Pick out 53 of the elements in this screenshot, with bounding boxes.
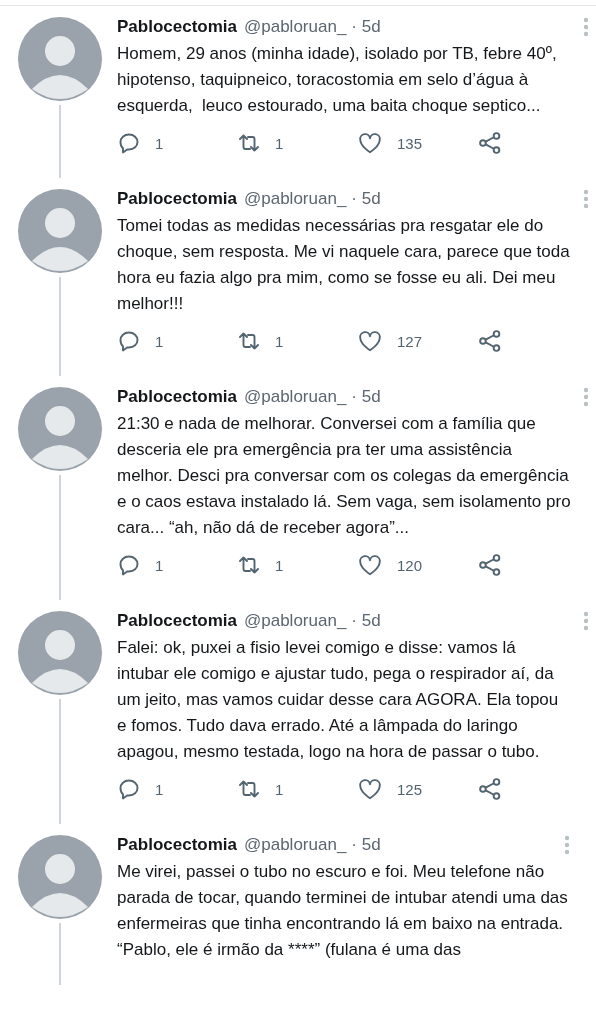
retweet-count: 1 [275, 556, 284, 574]
retweet-icon[interactable] [237, 131, 261, 155]
like-icon[interactable] [357, 552, 383, 578]
reply-count: 1 [155, 134, 164, 152]
author-handle[interactable]: @pabloruan_ [244, 611, 347, 631]
reply-icon[interactable] [117, 777, 141, 801]
author-name[interactable]: Pablocectomia [117, 387, 237, 407]
retweet-count: 1 [275, 332, 284, 350]
author-name[interactable]: Pablocectomia [117, 17, 237, 37]
tweet-time[interactable]: · 5d [351, 835, 381, 855]
reply-count: 1 [155, 556, 164, 574]
like-icon[interactable] [357, 776, 383, 802]
author-handle[interactable]: @pabloruan_ [244, 189, 347, 209]
author-name[interactable]: Pablocectomia [117, 835, 237, 855]
tweet-time[interactable]: · 5d [351, 189, 381, 209]
share-icon[interactable] [477, 328, 503, 354]
reply-icon[interactable] [117, 131, 141, 155]
like-icon[interactable] [357, 328, 383, 354]
tweet-text: Tomei todas as medidas necessárias pra resgatar ele do choque, sem resposta. Me vi naquele cara, parece que toda hora eu fazia algo pra mim, como se fosse eu ali. Dei meu melhor!!! [117, 215, 571, 315]
like-count: 120 [397, 556, 423, 574]
like-icon[interactable] [357, 130, 383, 156]
retweet-icon[interactable] [237, 553, 261, 577]
reply-count: 1 [155, 332, 164, 350]
author-handle[interactable]: @pabloruan_ [244, 835, 347, 855]
avatar-icon[interactable] [18, 189, 102, 273]
share-icon[interactable] [477, 130, 503, 156]
author-handle[interactable]: @pabloruan_ [244, 17, 347, 37]
tweet-time[interactable]: · 5d [351, 387, 381, 407]
tweet-time[interactable]: · 5d [351, 17, 381, 37]
avatar-icon[interactable] [18, 17, 102, 101]
author-name[interactable]: Pablocectomia [117, 189, 237, 209]
like-count: 125 [397, 780, 423, 798]
tweet-text: 21:30 e nada de melhorar. Conversei com a família que desceria ele pra emergência pra ter uma assistência melhor. Desci pra conversar com os colegas da emergência e o caos estava instalado lá. Sem vaga, sem isolamento pro cara... “ah, não dá de receber agora”... [117, 413, 572, 539]
retweet-icon[interactable] [237, 329, 261, 353]
tweet-text: Homem, 29 anos (minha idade), isolado por TB, febre 40º, hipotenso, taquipneico, toracostomia em selo d’água à esquerda, leuco estourado, uma baita choque septico... [117, 43, 558, 117]
retweet-icon[interactable] [237, 777, 261, 801]
reply-icon[interactable] [117, 553, 141, 577]
reply-count: 1 [155, 780, 164, 798]
share-icon[interactable] [477, 552, 503, 578]
like-count: 127 [397, 332, 423, 350]
reply-icon[interactable] [117, 329, 141, 353]
like-count: 135 [397, 134, 423, 152]
author-handle[interactable]: @pabloruan_ [244, 387, 347, 407]
retweet-count: 1 [275, 780, 284, 798]
tweet-text: Falei: ok, puxei a fisio levei comigo e disse: vamos lá intubar ele comigo e ajustar tudo, pega o respirador aí, da um jeito, mas vamos cuidar desse cara AGORA. Ela topou e fomos. Tudo dava errado. Até a lâmpada do laringo apagou, mesmo testada, logo na hora de passar o tubo. [117, 637, 560, 763]
avatar-icon[interactable] [18, 611, 102, 695]
avatar-icon[interactable] [18, 835, 102, 919]
tweet-time[interactable]: · 5d [351, 611, 381, 631]
retweet-count: 1 [275, 134, 284, 152]
avatar-icon[interactable] [18, 387, 102, 471]
tweet-text: Me virei, passei o tubo no escuro e foi. Meu telefone não parada de tocar, quando terminei de intubar atendi uma das enfermeiras que tinha encontrando lá em baixo na entrada. “Pablo, ele é irmão da ****” (fulana é uma das [117, 861, 569, 961]
share-icon[interactable] [477, 776, 503, 802]
author-name[interactable]: Pablocectomia [117, 611, 237, 631]
